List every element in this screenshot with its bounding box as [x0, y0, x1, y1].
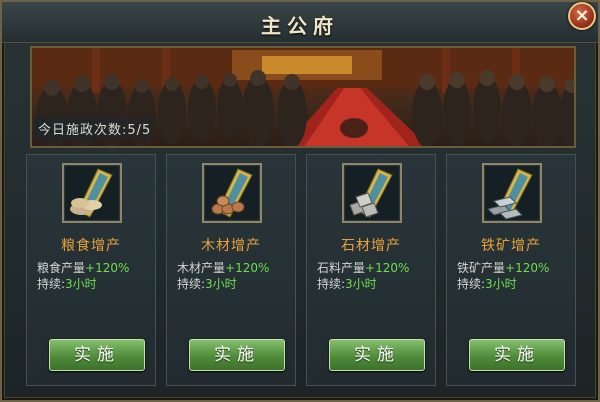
production-stat: 铁矿产量+120%	[457, 259, 549, 276]
duration-value: 3小时	[345, 277, 377, 291]
court-banner-image: 今日施政次数:5/5	[30, 46, 576, 148]
implement-button[interactable]: 实施	[469, 339, 565, 371]
iron-ingots-icon	[482, 163, 542, 223]
production-stat: 粮食产量+120%	[37, 259, 129, 276]
duration-stat: 持续:3小时	[457, 275, 517, 292]
duration-label: 持续:	[37, 277, 66, 291]
implement-button[interactable]: 实施	[329, 339, 425, 371]
lumber-boost-card: 木材增产 木材产量+120% 持续:3小时 实施	[166, 154, 296, 386]
card-title: 铁矿增产	[481, 238, 541, 254]
duration-value: 3小时	[65, 277, 97, 291]
stat-value: +120%	[225, 261, 270, 275]
card-title: 木材增产	[201, 238, 261, 254]
close-icon: ×	[574, 5, 590, 26]
stat-label: 木材产量	[177, 261, 226, 275]
duration-stat: 持续:3小时	[37, 275, 97, 292]
stat-label: 粮食产量	[37, 261, 86, 275]
close-button[interactable]: ×	[568, 2, 596, 30]
stat-value: +120%	[85, 261, 130, 275]
duration-value: 3小时	[485, 277, 517, 291]
duration-label: 持续:	[457, 277, 486, 291]
lumber-logs-icon	[202, 163, 262, 223]
implement-button[interactable]: 实施	[49, 339, 145, 371]
iron-boost-card: 铁矿增产 铁矿产量+120% 持续:3小时 实施	[446, 154, 576, 386]
duration-label: 持续:	[177, 277, 206, 291]
palace-dialog: 主公府 × 今日施政次数:5/5 粮食增产 粮食产量+120% 持续:3小时 实…	[0, 0, 600, 402]
stat-value: +120%	[505, 261, 550, 275]
card-title: 石材增产	[341, 238, 401, 254]
duration-stat: 持续:3小时	[177, 275, 237, 292]
dialog-title: 主公府	[261, 14, 339, 38]
stone-boost-card: 石材增产 石料产量+120% 持续:3小时 实施	[306, 154, 436, 386]
production-stat: 木材产量+120%	[177, 259, 269, 276]
duration-label: 持续:	[317, 277, 346, 291]
card-title: 粮食增产	[61, 238, 121, 254]
duration-stat: 持续:3小时	[317, 275, 377, 292]
stat-label: 铁矿产量	[457, 261, 506, 275]
stat-label: 石料产量	[317, 261, 366, 275]
implement-button[interactable]: 实施	[189, 339, 285, 371]
stat-value: +120%	[365, 261, 410, 275]
grain-sacks-icon	[62, 163, 122, 223]
duration-value: 3小时	[205, 277, 237, 291]
production-stat: 石料产量+120%	[317, 259, 409, 276]
stone-blocks-icon	[342, 163, 402, 223]
title-bar: 主公府	[2, 2, 598, 43]
grain-boost-card: 粮食增产 粮食产量+120% 持续:3小时 实施	[26, 154, 156, 386]
daily-sessions-counter: 今日施政次数:5/5	[34, 117, 158, 140]
